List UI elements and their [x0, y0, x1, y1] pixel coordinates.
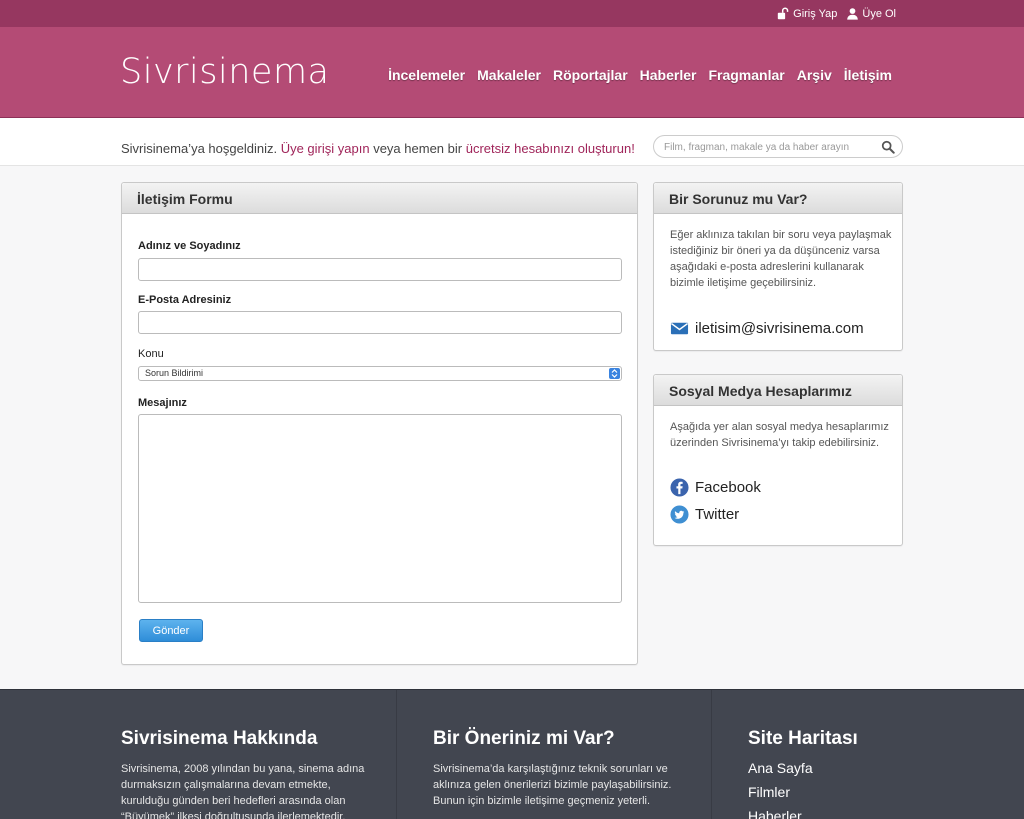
register-link[interactable]: Üye Ol [846, 7, 896, 20]
search-icon[interactable] [881, 140, 895, 154]
site-header: Sivrisinema İncelemeler Makaleler Röport… [0, 27, 1024, 118]
footer-divider [711, 690, 712, 819]
main-nav: İncelemeler Makaleler Röportajlar Haberl… [388, 67, 892, 83]
subject-select[interactable]: Sorun Bildirimi [138, 366, 622, 381]
sitemap-item-films[interactable]: Filmler [748, 780, 813, 804]
footer-divider [396, 690, 397, 819]
name-field[interactable] [138, 258, 622, 281]
message-label: Mesajınız [138, 397, 187, 409]
welcome-message: Sivrisinema’ya hoşgeldiniz. Üye girişi y… [121, 141, 635, 156]
site-search [653, 135, 903, 158]
facebook-icon [670, 478, 689, 497]
envelope-icon [670, 322, 689, 335]
account-links: Giriş Yap Üye Ol [777, 0, 896, 27]
facebook-link[interactable]: Facebook [670, 478, 761, 497]
submit-button[interactable]: Gönder [139, 619, 203, 642]
top-utility-bar: Giriş Yap Üye Ol [0, 0, 1024, 27]
email-label: E-Posta Adresiniz [138, 294, 232, 306]
question-panel: Bir Sorunuz mu Var? Eğer aklınıza takıla… [653, 182, 903, 351]
question-panel-title: Bir Sorunuz mu Var? [654, 183, 902, 214]
select-arrows-icon [609, 368, 620, 379]
register-label: Üye Ol [862, 7, 896, 20]
twitter-icon [670, 505, 689, 524]
site-logo[interactable]: Sivrisinema [120, 52, 329, 92]
welcome-middle: veya hemen bir [373, 141, 463, 156]
welcome-prefix: Sivrisinema’ya hoşgeldiniz. [121, 141, 278, 156]
twitter-link[interactable]: Twitter [670, 505, 739, 524]
social-panel-title: Sosyal Medya Hesaplarımız [654, 375, 902, 406]
contact-email-link[interactable]: iletisim@sivrisinema.com [670, 319, 864, 338]
nav-item-fragmanlar[interactable]: Fragmanlar [708, 67, 784, 83]
message-field[interactable] [138, 414, 622, 603]
twitter-label: Twitter [695, 506, 740, 523]
footer-about-text: Sivrisinema, 2008 yılından bu yana, sine… [121, 763, 365, 819]
nav-item-iletisim[interactable]: İletişim [844, 67, 892, 83]
footer-sitemap-title: Site Haritası [748, 728, 858, 749]
subject-label: Konu [138, 348, 164, 360]
login-label: Giriş Yap [793, 7, 838, 20]
contact-form-panel: İletişim Formu Adınız ve Soyadınız E-Pos… [121, 182, 638, 665]
search-input[interactable] [664, 139, 874, 155]
name-label: Adınız ve Soyadınız [138, 240, 241, 252]
contact-form-title: İletişim Formu [122, 183, 637, 214]
question-panel-text: Eğer aklınıza takılan bir soru veya payl… [670, 229, 892, 289]
subject-selected-value: Sorun Bildirimi [145, 368, 204, 378]
social-panel: Sosyal Medya Hesaplarımız Aşağıda yer al… [653, 374, 903, 546]
nav-item-arsiv[interactable]: Arşiv [797, 67, 832, 83]
site-footer: Sivrisinema Hakkında Sivrisinema, 2008 y… [0, 689, 1024, 819]
footer-about-title: Sivrisinema Hakkında [121, 728, 318, 749]
user-icon [847, 8, 859, 20]
sitemap-item-news[interactable]: Haberler [748, 804, 813, 819]
footer-sitemap-list: Ana Sayfa Filmler Haberler [748, 756, 813, 819]
social-panel-text: Aşağıda yer alan sosyal medya hesaplarım… [670, 421, 889, 449]
login-cta-link[interactable]: Üye girişi yapın [281, 141, 370, 156]
nav-item-haberler[interactable]: Haberler [640, 67, 697, 83]
nav-item-incelemeler[interactable]: İncelemeler [388, 67, 465, 83]
nav-item-roportajlar[interactable]: Röportajlar [553, 67, 628, 83]
footer-suggest-text: Sivrisinema’da karşılaştığınız teknik so… [433, 763, 672, 807]
unlock-icon [777, 7, 789, 20]
email-field[interactable] [138, 311, 622, 334]
signup-cta-link[interactable]: ücretsiz hesabınızı oluşturun! [466, 141, 635, 156]
sitemap-item-home[interactable]: Ana Sayfa [748, 756, 813, 780]
login-link[interactable]: Giriş Yap [777, 7, 837, 20]
nav-item-makaleler[interactable]: Makaleler [477, 67, 541, 83]
facebook-label: Facebook [695, 479, 761, 496]
contact-email: iletisim@sivrisinema.com [695, 320, 864, 337]
footer-suggest-title: Bir Öneriniz mi Var? [433, 728, 615, 749]
